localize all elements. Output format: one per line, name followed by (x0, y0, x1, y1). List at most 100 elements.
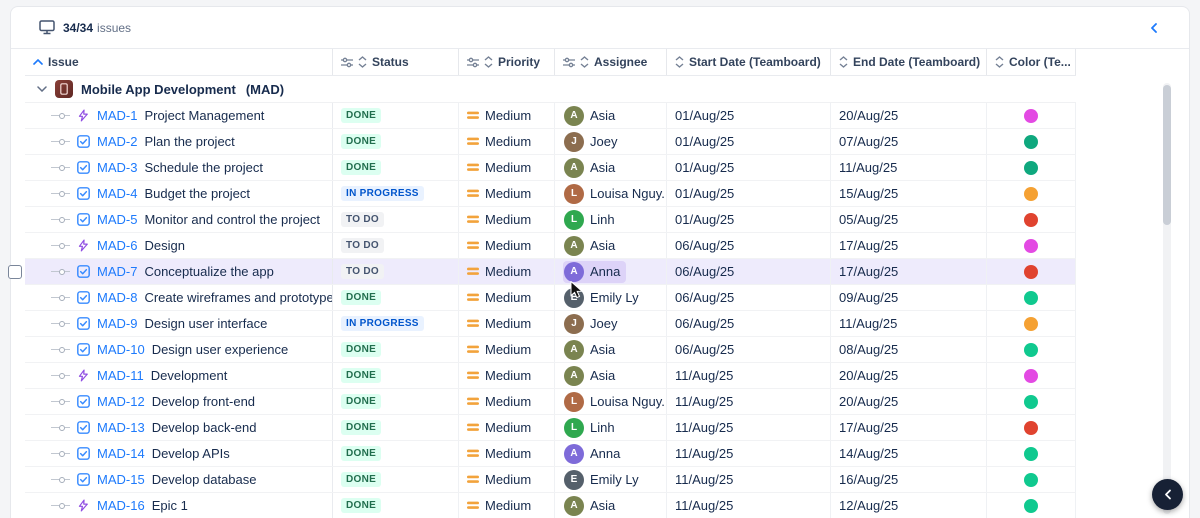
color-cell[interactable] (987, 493, 1076, 518)
start-date-cell[interactable]: 06/Aug/25 (667, 259, 831, 284)
priority-cell[interactable]: Medium (459, 259, 555, 284)
table-row[interactable]: MAD-6 Design TO DO Medium A Asia 06/Aug/… (25, 233, 1076, 259)
status-cell[interactable]: DONE (333, 337, 459, 362)
priority-cell[interactable]: Medium (459, 129, 555, 154)
status-cell[interactable]: TO DO (333, 207, 459, 232)
issue-summary[interactable]: Design user interface (144, 316, 267, 331)
color-cell[interactable] (987, 467, 1076, 492)
assignee-cell[interactable]: A Anna (555, 259, 667, 284)
sort-icon[interactable] (358, 56, 367, 68)
status-cell[interactable]: DONE (333, 389, 459, 414)
issue-summary[interactable]: Schedule the project (144, 160, 263, 175)
column-header-issue[interactable]: Issue (25, 49, 333, 75)
issue-summary[interactable]: Plan the project (144, 134, 234, 149)
start-date-cell[interactable]: 11/Aug/25 (667, 389, 831, 414)
assignee-cell[interactable]: A Asia (555, 493, 667, 518)
assignee-cell[interactable]: L Linh (555, 415, 667, 440)
table-row[interactable]: MAD-1 Project Management DONE Medium A A… (25, 103, 1076, 129)
chevron-down-icon[interactable] (37, 86, 47, 92)
issue-key-link[interactable]: MAD-1 (97, 108, 137, 123)
start-date-cell[interactable]: 06/Aug/25 (667, 233, 831, 258)
column-header-priority[interactable]: Priority (459, 49, 555, 75)
assignee-cell[interactable]: A Asia (555, 233, 667, 258)
column-header-status[interactable]: Status (333, 49, 459, 75)
assignee-cell[interactable]: A Asia (555, 337, 667, 362)
issue-key-link[interactable]: MAD-6 (97, 238, 137, 253)
table-row[interactable]: MAD-14 Develop APIs DONE Medium A Anna 1… (25, 441, 1076, 467)
issue-key-link[interactable]: MAD-13 (97, 420, 145, 435)
priority-cell[interactable]: Medium (459, 233, 555, 258)
issue-key-link[interactable]: MAD-11 (97, 368, 144, 383)
end-date-cell[interactable]: 05/Aug/25 (831, 207, 987, 232)
issue-summary[interactable]: Project Management (144, 108, 264, 123)
filter-icon[interactable] (341, 57, 353, 68)
color-cell[interactable] (987, 181, 1076, 206)
issue-summary[interactable]: Budget the project (144, 186, 250, 201)
issue-summary[interactable]: Develop APIs (152, 446, 230, 461)
issue-key-link[interactable]: MAD-3 (97, 160, 137, 175)
end-date-cell[interactable]: 14/Aug/25 (831, 441, 987, 466)
table-row[interactable]: MAD-5 Monitor and control the project TO… (25, 207, 1076, 233)
color-cell[interactable] (987, 389, 1076, 414)
assignee-cell[interactable]: L Linh (555, 207, 667, 232)
table-row[interactable]: MAD-12 Develop front-end DONE Medium L L… (25, 389, 1076, 415)
assignee-cell[interactable]: E Emily Ly (555, 285, 667, 310)
column-header-assignee[interactable]: Assignee (555, 49, 667, 75)
sort-icon[interactable] (675, 56, 684, 68)
dependency-connector[interactable] (51, 321, 70, 327)
start-date-cell[interactable]: 01/Aug/25 (667, 155, 831, 180)
issue-key-link[interactable]: MAD-5 (97, 212, 137, 227)
row-checkbox[interactable] (8, 265, 22, 279)
assignee-cell[interactable]: A Anna (555, 441, 667, 466)
issue-key-link[interactable]: MAD-15 (97, 472, 145, 487)
priority-cell[interactable]: Medium (459, 467, 555, 492)
start-date-cell[interactable]: 06/Aug/25 (667, 337, 831, 362)
dependency-connector[interactable] (51, 191, 70, 197)
status-cell[interactable]: IN PROGRESS (333, 311, 459, 336)
issue-summary[interactable]: Epic 1 (152, 498, 188, 513)
issue-summary[interactable]: Develop database (152, 472, 257, 487)
color-cell[interactable] (987, 155, 1076, 180)
table-row[interactable]: MAD-9 Design user interface IN PROGRESS … (25, 311, 1076, 337)
start-date-cell[interactable]: 11/Aug/25 (667, 415, 831, 440)
end-date-cell[interactable]: 11/Aug/25 (831, 311, 987, 336)
dependency-connector[interactable] (51, 399, 70, 405)
table-row[interactable]: MAD-4 Budget the project IN PROGRESS Med… (25, 181, 1076, 207)
column-header-color[interactable]: Color (Te... (987, 49, 1076, 75)
column-header-start-date[interactable]: Start Date (Teamboard) (667, 49, 831, 75)
project-group-row[interactable]: Mobile App Development (MAD) (25, 76, 1076, 103)
dependency-connector[interactable] (51, 165, 70, 171)
issue-key-link[interactable]: MAD-14 (97, 446, 145, 461)
color-cell[interactable] (987, 311, 1076, 336)
issue-summary[interactable]: Develop back-end (152, 420, 257, 435)
end-date-cell[interactable]: 15/Aug/25 (831, 181, 987, 206)
status-cell[interactable]: TO DO (333, 259, 459, 284)
priority-cell[interactable]: Medium (459, 311, 555, 336)
color-cell[interactable] (987, 129, 1076, 154)
end-date-cell[interactable]: 20/Aug/25 (831, 103, 987, 128)
status-cell[interactable]: TO DO (333, 233, 459, 258)
issue-summary[interactable]: Conceptualize the app (144, 264, 273, 279)
issue-summary[interactable]: Design (144, 238, 184, 253)
end-date-cell[interactable]: 20/Aug/25 (831, 363, 987, 388)
status-cell[interactable]: DONE (333, 415, 459, 440)
assignee-cell[interactable]: J Joey (555, 311, 667, 336)
start-date-cell[interactable]: 11/Aug/25 (667, 441, 831, 466)
color-cell[interactable] (987, 415, 1076, 440)
sort-icon[interactable] (995, 56, 1004, 68)
assignee-cell[interactable]: L Louisa Nguy... (555, 181, 667, 206)
end-date-cell[interactable]: 16/Aug/25 (831, 467, 987, 492)
expand-side-panel-button[interactable] (1152, 479, 1183, 510)
issue-summary[interactable]: Design user experience (152, 342, 289, 357)
issue-summary[interactable]: Create wireframes and prototypes (144, 290, 333, 305)
priority-cell[interactable]: Medium (459, 441, 555, 466)
dependency-connector[interactable] (51, 113, 70, 119)
dependency-connector[interactable] (51, 217, 70, 223)
color-cell[interactable] (987, 259, 1076, 284)
start-date-cell[interactable]: 11/Aug/25 (667, 467, 831, 492)
priority-cell[interactable]: Medium (459, 389, 555, 414)
table-row[interactable]: MAD-15 Develop database DONE Medium E Em… (25, 467, 1076, 493)
dependency-connector[interactable] (51, 477, 70, 483)
start-date-cell[interactable]: 06/Aug/25 (667, 311, 831, 336)
end-date-cell[interactable]: 17/Aug/25 (831, 415, 987, 440)
